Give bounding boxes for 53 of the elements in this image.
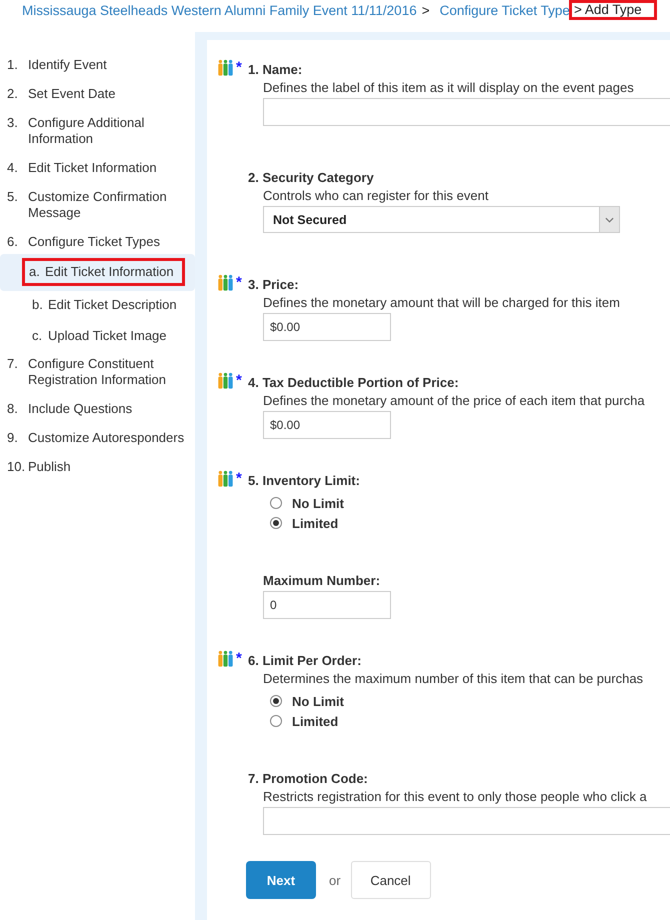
sidebar-item[interactable]: 1. Identify Event <box>0 57 195 86</box>
radio-button[interactable] <box>270 715 282 727</box>
required-asterisk: * <box>236 653 242 665</box>
breadcrumb-separator: > <box>422 3 430 18</box>
field-label: 3. Price: <box>248 277 299 293</box>
sidebar-item[interactable]: 2. Set Event Date <box>0 86 195 115</box>
field-description: Defines the label of this item as it will display on the event pages <box>263 80 635 96</box>
field-label: 7. Promotion Code: <box>248 771 368 787</box>
or-text: or <box>329 872 341 888</box>
cancel-button[interactable]: Cancel <box>350 861 431 899</box>
field-description: Determines the maximum number of this item that can be purchas <box>263 671 644 687</box>
breadcrumb-link[interactable]: Mississauga Steelheads Western Alumni Family Event 11/11/2016 <box>22 2 417 19</box>
next-button[interactable]: Next <box>246 861 316 899</box>
radio-button[interactable] <box>270 695 282 707</box>
sidebar-item[interactable]: 9. Customize Autoresponders <box>0 430 195 459</box>
text-field[interactable]: $0.00 <box>263 411 391 439</box>
breadcrumb-link[interactable]: Configure Ticket Type <box>440 2 570 19</box>
sidebar-item[interactable]: 5. Customize Confirmation Message <box>0 189 195 234</box>
radio-label[interactable]: No Limit <box>292 496 344 510</box>
sidebar-item[interactable]: 10. Publish <box>0 459 195 488</box>
field-label: 5. Inventory Limit: <box>248 473 360 489</box>
field-label: 1. Name: <box>248 62 302 78</box>
sidebar-item[interactable]: 3. Configure Additional Information <box>0 115 195 160</box>
radio-label[interactable]: No Limit <box>292 694 344 708</box>
field-label: 2. Security Category <box>248 170 374 186</box>
text-field[interactable] <box>263 807 670 835</box>
sidebar-item[interactable]: 7. Configure Constituent Registration Information <box>0 356 195 401</box>
breadcrumb-current: > Add Type <box>568 0 657 20</box>
sidebar-item[interactable]: 4. Edit Ticket Information <box>0 160 195 189</box>
sidebar-item[interactable]: 8. Include Questions <box>0 401 195 430</box>
text-field[interactable]: $0.00 <box>263 313 391 341</box>
required-asterisk: * <box>236 277 242 289</box>
radio-button[interactable] <box>270 517 282 529</box>
radio-label[interactable]: Limited <box>292 516 338 530</box>
required-asterisk: * <box>236 375 242 387</box>
text-field[interactable] <box>263 98 670 126</box>
field-label: 6. Limit Per Order: <box>248 653 362 669</box>
field-description: Controls who can register for this event <box>263 188 490 204</box>
field-description: Restricts registration for this event to only those people who click a <box>263 789 648 805</box>
required-asterisk: * <box>236 62 242 74</box>
sidebar-subitem[interactable]: b. Edit Ticket Description <box>0 294 195 325</box>
radio-label[interactable]: Limited <box>292 714 338 728</box>
sidebar-subitem[interactable]: a. Edit Ticket Information <box>0 254 195 291</box>
required-asterisk: * <box>236 473 242 485</box>
field-description: Defines the monetary amount that will be charged for this item <box>263 295 621 311</box>
field-description: Defines the monetary amount of the price of each item that purcha <box>263 393 646 409</box>
field-label: Maximum Number: <box>263 573 380 589</box>
radio-button[interactable] <box>270 497 282 509</box>
field-label: 4. Tax Deductible Portion of Price: <box>248 375 459 391</box>
caret-icon <box>605 216 614 222</box>
dropdown[interactable]: Not Secured <box>263 206 620 233</box>
text-field[interactable]: 0 <box>263 591 391 619</box>
sidebar-subitem[interactable]: c. Upload Ticket Image <box>0 325 195 356</box>
